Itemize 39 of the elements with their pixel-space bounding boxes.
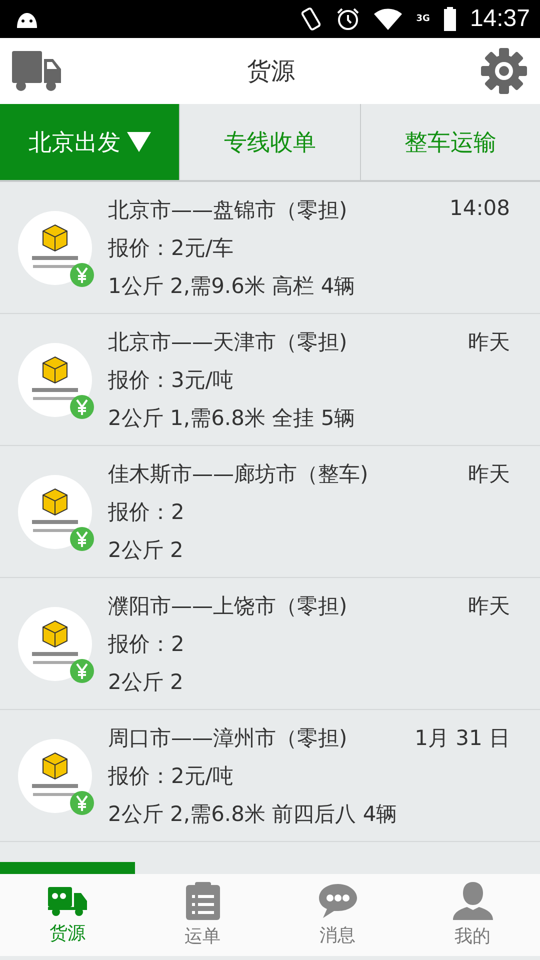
- posted-time: 1月 31 日: [414, 724, 510, 752]
- vibrate-icon: [300, 6, 322, 32]
- settings-icon[interactable]: [480, 47, 528, 95]
- filter-tab[interactable]: 北京出发: [0, 104, 180, 180]
- cargo-detail: 2公斤 2: [108, 536, 184, 564]
- network-label: 3G: [416, 14, 430, 24]
- alarm-icon: [336, 7, 360, 31]
- cargo-detail: 2公斤 2,需6.8米 前四后八 4辆: [108, 800, 398, 828]
- cargo-detail: 2公斤 2: [108, 668, 184, 696]
- price-text: 报价：3元/吨: [108, 366, 234, 394]
- route-text: 北京市——天津市（零担): [108, 328, 348, 356]
- route-text: 佳木斯市——廊坊市（整车): [108, 460, 368, 488]
- page-title: 货源: [247, 56, 295, 87]
- person-icon: [452, 882, 492, 920]
- price-text: 报价：2: [108, 630, 186, 658]
- battery-icon: [444, 7, 456, 31]
- nav-tab[interactable]: 货源: [0, 874, 135, 956]
- nav-tab[interactable]: 我的: [405, 874, 540, 956]
- price-text: 报价：2元/吨: [108, 762, 234, 790]
- chat-icon: [318, 883, 358, 919]
- nav-tab[interactable]: 消息: [270, 874, 405, 956]
- nav-tab[interactable]: 运单: [135, 874, 270, 956]
- cargo-detail: 1公斤 2,需9.6米 高栏 4辆: [108, 272, 356, 300]
- posted-time: 昨天: [468, 328, 510, 356]
- truck-icon: [48, 885, 88, 917]
- posted-time: 昨天: [468, 460, 510, 488]
- price-text: 报价：2: [108, 498, 186, 526]
- truck-icon[interactable]: [12, 51, 62, 91]
- cargo-detail: 2公斤 1,需6.8米 全挂 5辆: [108, 404, 356, 432]
- clock-time: 14:37: [470, 5, 530, 33]
- wifi-icon: [374, 8, 402, 30]
- posted-time: 14:08: [449, 196, 510, 222]
- route-text: 北京市——盘锦市（零担): [108, 196, 348, 224]
- price-text: 报价：2元/车: [108, 234, 234, 262]
- route-text: 濮阳市——上饶市（零担): [108, 592, 348, 620]
- posted-time: 昨天: [468, 592, 510, 620]
- android-icon: [14, 10, 40, 28]
- clipboard-icon: [186, 882, 220, 920]
- route-text: 周口市——漳州市（零担): [108, 724, 348, 752]
